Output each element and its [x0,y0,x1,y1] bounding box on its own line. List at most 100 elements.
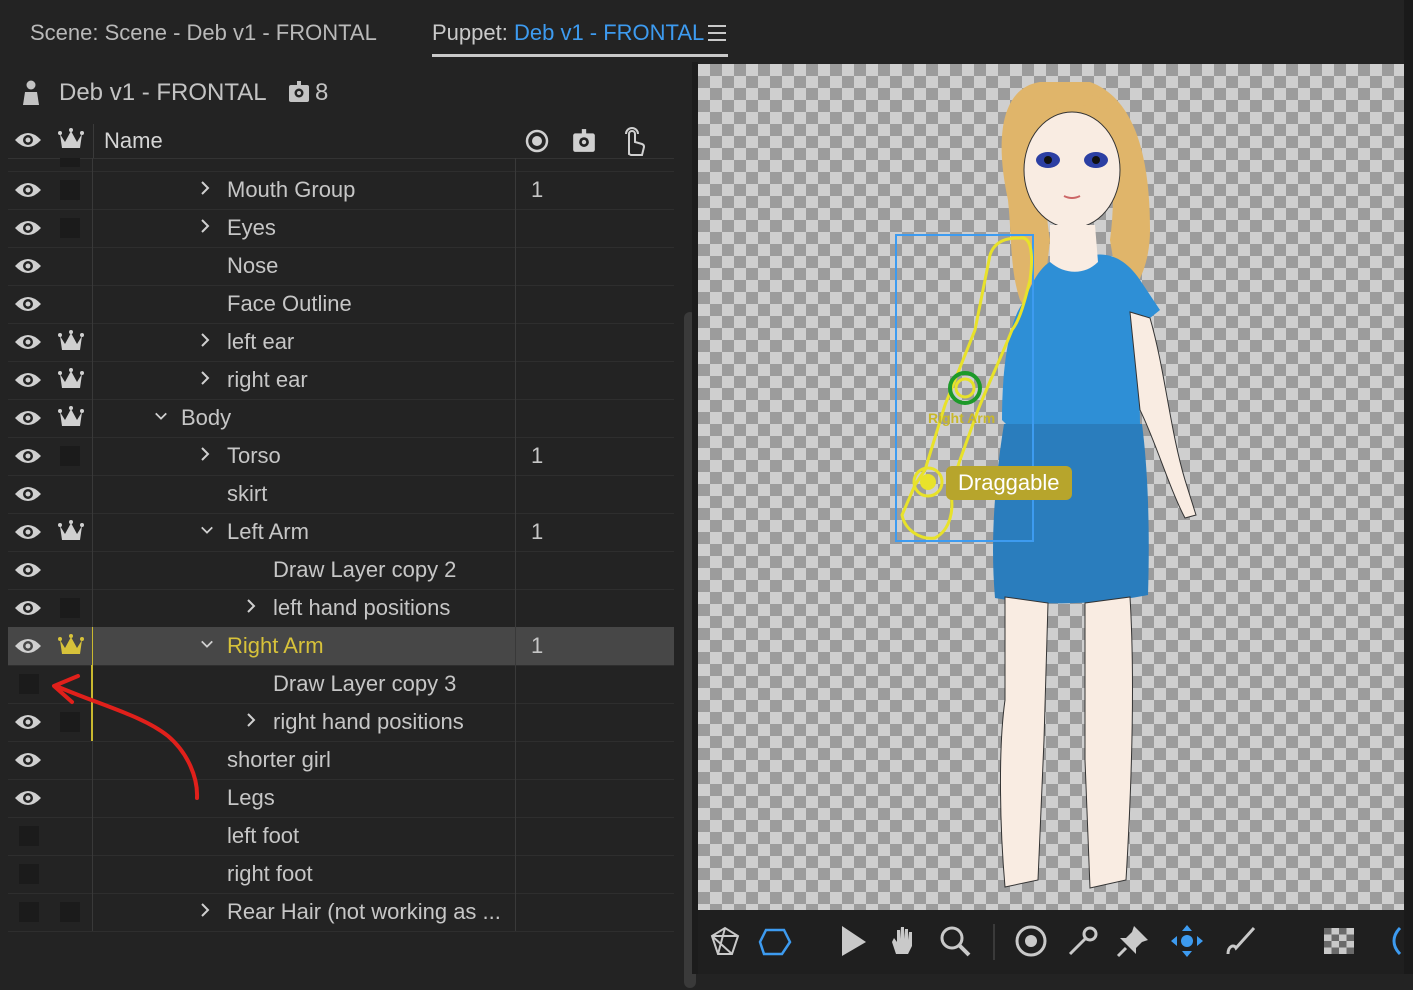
puppet-panel: Deb v1 - FRONTAL 8 Name Mouth Group 1 Ey… [8,62,696,988]
tree-row[interactable]: right ear [8,361,674,400]
column-separator [93,124,94,158]
behaviors-count: 8 [315,79,329,106]
eye-icon[interactable] [14,332,42,352]
crown-icon[interactable] [58,406,84,430]
red-annotation-arrow [52,674,200,800]
stick-tool-icon[interactable] [1066,924,1100,958]
tab-scene[interactable]: Scene: Scene - Deb v1 - FRONTAL [30,20,377,46]
tree-row[interactable]: right foot [8,855,674,894]
eye-icon[interactable] [14,180,42,200]
tree-row-selected[interactable]: Right Arm 1 [8,627,674,666]
layer-count: 1 [531,177,544,202]
handle-label: Right Arm [928,410,996,426]
layer-name: Nose [227,253,279,278]
crown-icon[interactable] [58,520,84,544]
eye-icon[interactable] [14,788,42,808]
chevron-right-icon[interactable] [198,370,212,386]
column-name[interactable]: Name [104,128,163,154]
crown-icon[interactable] [58,330,84,354]
layer-name: Right Arm [227,633,324,658]
tree-row[interactable]: Torso 1 [8,437,674,476]
crown-empty-slot[interactable] [60,598,80,618]
layer-count: 1 [531,633,544,658]
tab-puppet[interactable]: Puppet: Deb v1 - FRONTAL [432,20,704,46]
crown-icon[interactable] [58,368,84,392]
select-arrow-icon[interactable] [836,924,870,958]
tree-row[interactable]: Left Arm 1 [8,513,674,552]
tree-row[interactable]: left hand positions [8,589,674,628]
polygon-icon[interactable] [758,924,792,958]
layer-name: Draw Layer copy 3 [273,671,457,696]
tree-row[interactable]: Rear Hair (not working as ... [8,893,674,932]
chevron-right-icon[interactable] [198,218,212,234]
zoom-icon[interactable] [938,924,972,958]
eye-icon[interactable] [14,370,42,390]
tree-row[interactable]: Eyes [8,209,674,248]
eye-icon[interactable] [14,750,42,770]
brush-icon[interactable] [1224,924,1258,958]
eye-icon[interactable] [14,294,42,314]
chevron-right-icon[interactable] [198,902,212,918]
mesh-icon[interactable] [708,924,742,958]
eye-icon[interactable] [14,598,42,618]
eye-empty-slot[interactable] [19,902,39,922]
eye-icon[interactable] [14,218,42,238]
handle-tool-icon[interactable] [1014,924,1048,958]
puppet-title: Deb v1 - FRONTAL [59,79,267,106]
puppet-header: Deb v1 - FRONTAL 8 [8,62,692,124]
layer-name: right hand positions [273,709,464,734]
pin-icon[interactable] [1116,924,1150,958]
chevron-right-icon[interactable] [244,598,258,614]
tree-row[interactable]: left foot [8,817,674,856]
eye-icon[interactable] [14,446,42,466]
chevron-right-icon[interactable] [198,446,212,462]
tree-row[interactable]: Nose [8,247,674,286]
layer-name: Mouth Group [227,177,356,202]
tree-row[interactable]: Face Outline [8,285,674,324]
crown-empty-slot[interactable] [60,180,80,200]
tree-row[interactable]: left ear [8,323,674,362]
layer-name: skirt [227,481,268,506]
tree-row[interactable]: Draw Layer copy 2 [8,551,674,590]
panel-menu-icon[interactable] [708,25,726,41]
trigger-touch-icon[interactable] [618,124,648,158]
chevron-down-icon[interactable] [154,408,168,424]
handle-column-icon[interactable] [524,128,550,154]
crown-icon[interactable] [58,634,84,658]
eye-empty-slot[interactable] [19,826,39,846]
hand-icon[interactable] [886,924,920,958]
crown-empty-slot[interactable] [60,218,80,238]
toolbar-separator [993,924,995,960]
tree-row[interactable]: Mouth Group 1 [8,171,674,210]
eye-empty-slot[interactable] [19,864,39,884]
eye-icon[interactable] [14,256,42,276]
crown-empty-slot[interactable] [60,902,80,922]
eye-icon[interactable] [14,408,42,428]
stage-toolbar [698,910,1404,974]
visibility-eye-icon[interactable] [14,130,42,150]
crown-empty-slot[interactable] [60,158,80,167]
eye-empty-slot[interactable] [19,674,39,694]
chevron-down-icon[interactable] [200,636,214,652]
puppet-stage[interactable]: Right Arm Draggable [698,64,1404,910]
eye-icon[interactable] [14,484,42,504]
layer-count: 1 [531,519,544,544]
tree-row[interactable]: Body [8,399,674,438]
layer-name: right foot [227,861,313,886]
chevron-down-icon[interactable] [200,522,214,538]
behavior-column-icon[interactable] [571,128,597,154]
chevron-right-icon[interactable] [244,712,258,728]
eye-icon[interactable] [14,712,42,732]
overflow-icon[interactable] [1390,924,1404,958]
eye-icon[interactable] [14,636,42,656]
eye-icon[interactable] [14,560,42,580]
chevron-right-icon[interactable] [198,180,212,196]
transparency-grid-icon[interactable] [1322,924,1356,958]
chevron-right-icon[interactable] [198,332,212,348]
crown-empty-slot[interactable] [60,446,80,466]
independent-crown-icon[interactable] [58,128,84,152]
eye-icon[interactable] [14,522,42,542]
tree-row[interactable]: skirt [8,475,674,514]
draggable-callout: Draggable [946,466,1072,500]
dragger-icon[interactable] [1170,924,1204,958]
